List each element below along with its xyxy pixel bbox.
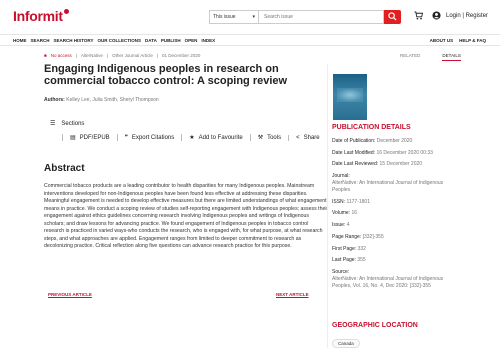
meta-publisher[interactable]: AlterNative [81,53,103,58]
wrench-icon: ⚒ [257,135,264,141]
nav-search-history[interactable]: SEARCH HISTORY [54,38,94,43]
side-tabs: RELATED DETAILS [400,53,461,61]
sections-label: Sections [61,120,85,127]
date-last-modified: Date Last Modified: 16 December 2020 00:… [332,149,433,156]
nav-help-faq[interactable]: HELP & FAQ [459,38,486,43]
user-icon[interactable] [432,11,441,20]
last-page: Last Page: 355 [332,257,366,264]
logo-dot [63,9,69,14]
nav-index[interactable]: INDEX [201,38,215,43]
favourite-label: Add to Favourite [198,134,243,141]
publication-details-heading: PUBLICATION DETAILS [332,124,411,131]
volume: Volume: 16 [332,210,358,217]
nav-our-collections[interactable]: OUR COLLECTIONS [98,38,142,43]
article-title: Engaging Indigenous peoples in research … [44,63,288,87]
share-icon: < [296,134,300,141]
tools-label: Tools [267,134,282,141]
top-header: Informit This issue ▾ Login | Register [0,0,500,34]
tab-related[interactable]: RELATED [400,53,420,61]
search-button[interactable] [384,10,401,24]
source: Source: AlterNative: An International Jou… [332,268,444,289]
list-icon: ☰ [50,121,56,127]
tab-details[interactable]: DETAILS [442,53,461,61]
previous-article-link[interactable]: PREVIOUS ARTICLE [48,292,92,297]
share-button[interactable]: < Share [288,134,327,141]
journal-cover-image[interactable] [333,74,367,120]
nav-open[interactable]: OPEN [185,38,198,43]
search-scope-select[interactable]: This issue ▾ [209,10,259,24]
article-meta: ■ No access | AlterNative | Other Journa… [44,53,200,58]
date-of-publication: Date of Publication: December 2020 [332,138,413,144]
meta-separator: | [75,53,77,58]
next-article-link[interactable]: NEXT ARTICLE [276,292,309,297]
author-names[interactable]: Kelley Lee, Julia Smith, Sheryl Thompson [66,97,158,103]
chevron-down-icon: ▾ [252,14,255,20]
share-label: Share [303,134,320,141]
nav-data[interactable]: DATA [145,38,157,43]
geographic-location-heading: GEOGRAPHIC LOCATION [332,322,418,329]
star-icon: ★ [189,135,195,141]
nav-search[interactable]: SEARCH [31,38,50,43]
article-toolbar: ▤ PDF/EPUB ❞ Export Citations ★ Add to F… [62,134,327,141]
main-nav: HOME SEARCH SEARCH HISTORY OUR COLLECTIO… [0,34,500,46]
journal: Journal: AlterNative: An International Jo… [332,173,457,194]
journal-link[interactable]: AlterNative: An International Journal of… [332,180,457,194]
pdf-icon: ▤ [70,135,76,141]
pdf-label: PDF/EPUB [79,134,110,141]
abstract-heading: Abstract [44,163,85,174]
page-range: Page Range: [332]-355 [332,233,384,240]
search-input[interactable] [259,10,384,24]
informit-logo[interactable]: Informit [13,8,69,24]
meta-type: Other Journal Article [112,53,153,58]
export-citations-button[interactable]: ❞ Export Citations [116,134,182,141]
issn: ISSN: 1177-1801 [332,198,370,205]
access-status: No access [50,53,72,58]
cart-icon[interactable] [414,11,423,20]
date-last-reviewed: Date Last Reviewed: 15 December 2020 [332,161,423,168]
nav-about-us[interactable]: ABOUT US [430,38,454,43]
publication-details: Date of Publication: December 2020 Date … [332,138,457,295]
add-to-favourite-button[interactable]: ★ Add to Favourite [181,134,249,141]
quote-icon: ❞ [124,135,128,141]
pdf-epub-button[interactable]: ▤ PDF/EPUB [62,134,117,141]
export-label: Export Citations [131,134,175,141]
authors-label: Authors: [44,97,65,103]
lock-icon: ■ [44,53,47,58]
search-icon [388,12,397,21]
meta-date: 01 December 2020 [162,53,201,58]
meta-separator: | [106,53,109,58]
first-page: First Page: 332 [332,245,366,252]
nav-home[interactable]: HOME [13,38,27,43]
sections-toggle[interactable]: ☰ Sections [50,120,85,128]
geo-tag-canada[interactable]: Canada [332,339,360,348]
tools-button[interactable]: ⚒ Tools [249,134,288,141]
login-register-link[interactable]: Login | Register [446,13,488,19]
meta-separator: | [156,53,159,58]
nav-right: ABOUT US HELP & FAQ [430,38,486,43]
issue: Issue: 4 [332,222,350,229]
authors-line: Authors: Kelley Lee, Julia Smith, Sheryl… [44,97,159,103]
scope-select-label: This issue [213,14,236,20]
nav-publish[interactable]: PUBLISH [161,38,181,43]
nav-left: HOME SEARCH SEARCH HISTORY OUR COLLECTIO… [13,38,215,43]
abstract-text: Commercial tobacco products are a leadin… [44,183,329,249]
